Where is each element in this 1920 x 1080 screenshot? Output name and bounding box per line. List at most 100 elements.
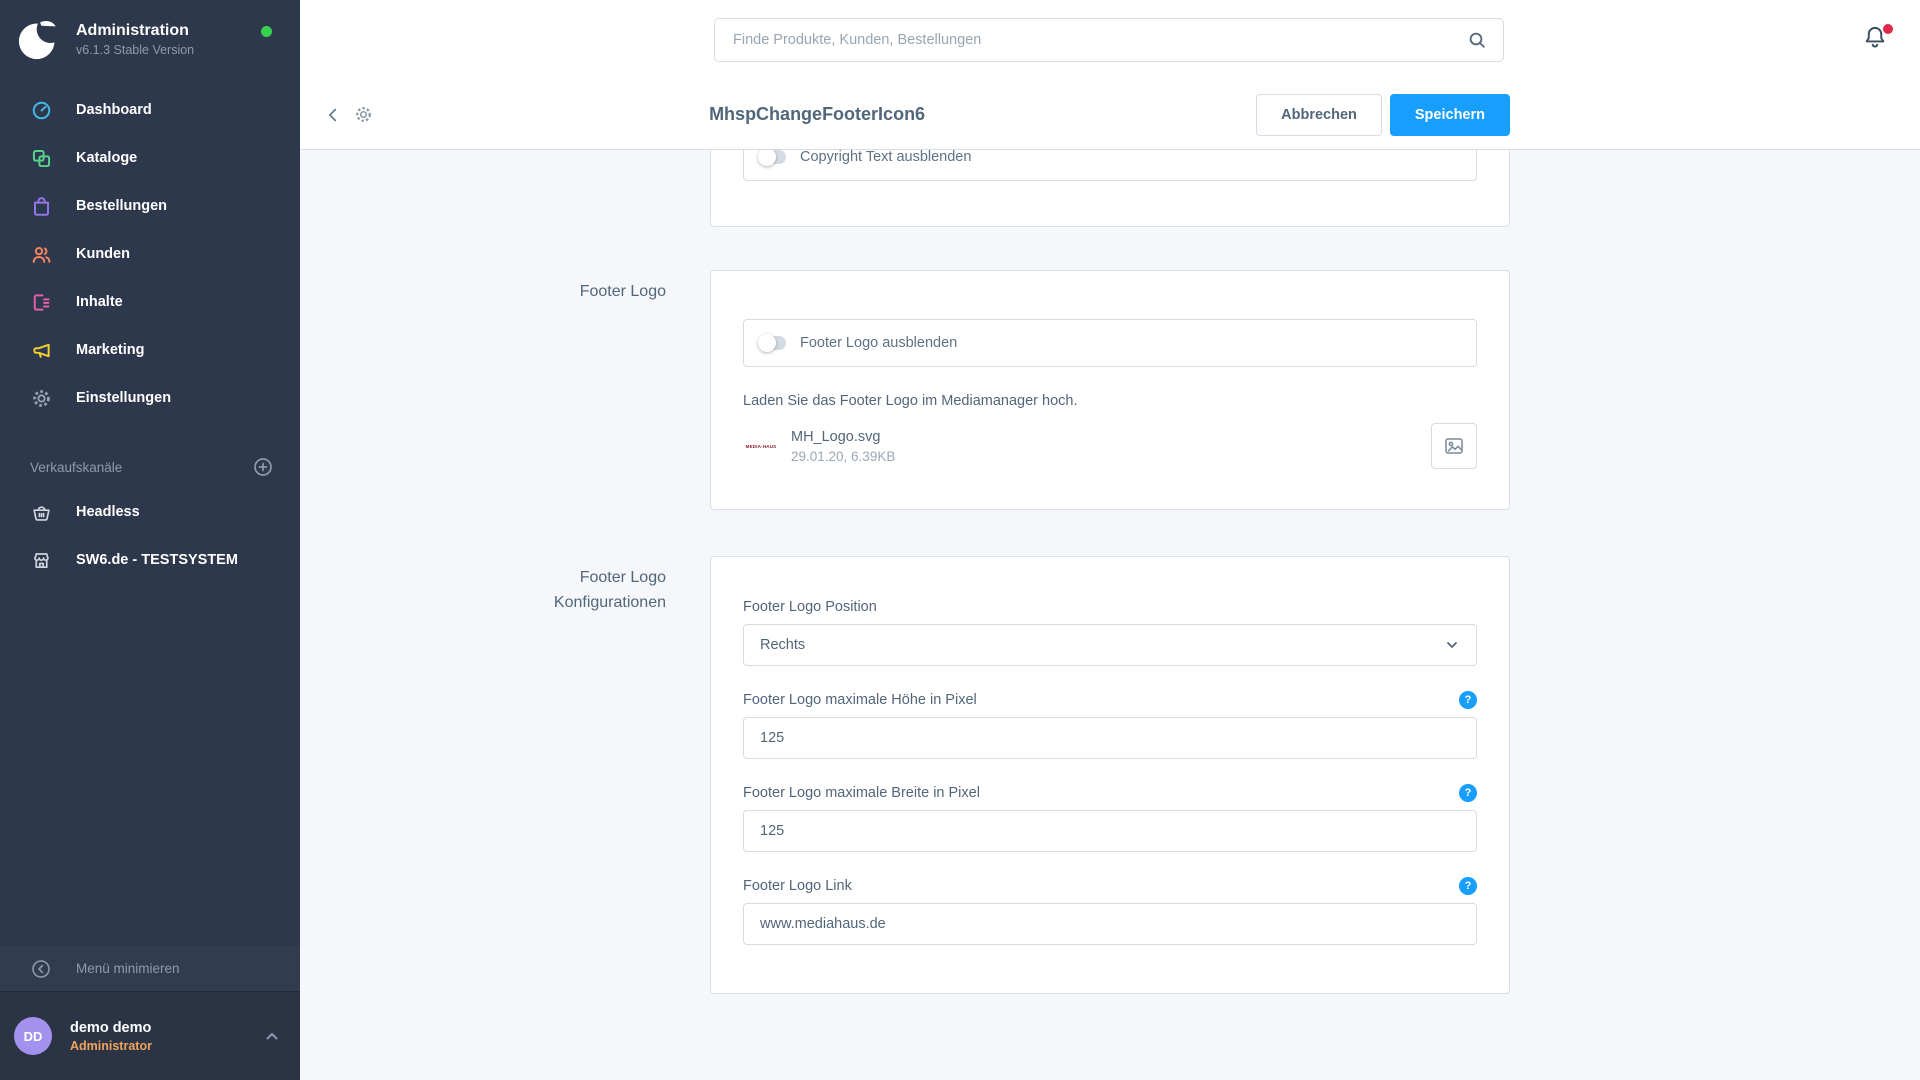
chevron-down-icon (1444, 637, 1460, 653)
position-select[interactable]: Rechts (743, 624, 1477, 666)
storefront-icon (30, 549, 52, 571)
back-button[interactable] (318, 100, 348, 130)
notification-badge-dot (1883, 24, 1893, 34)
sidebar-item-bestellungen[interactable]: Bestellungen (0, 182, 300, 230)
shopping-bag-icon (30, 195, 52, 217)
cancel-button[interactable]: Abbrechen (1256, 94, 1382, 136)
gear-icon (30, 387, 52, 409)
sidebar-item-marketing[interactable]: Marketing (0, 326, 300, 374)
upload-hint: Laden Sie das Footer Logo im Mediamanage… (743, 393, 1477, 409)
smartbar: MhspChangeFooterIcon6 Abbrechen Speicher… (300, 80, 1920, 150)
help-icon[interactable]: ? (1459, 691, 1477, 709)
field-label: Footer Logo Link (743, 878, 852, 894)
main-area: MhspChangeFooterIcon6 Abbrechen Speicher… (300, 0, 1920, 1080)
image-icon (1443, 435, 1465, 457)
footer-logo-link-input[interactable] (743, 903, 1477, 945)
sidebar-item-label: Marketing (76, 342, 145, 358)
status-online-dot (261, 26, 272, 37)
chevron-left-circle-icon (30, 958, 52, 980)
field-label: Footer Logo maximale Höhe in Pixel (743, 692, 977, 708)
help-icon[interactable]: ? (1459, 784, 1477, 802)
copyright-card: Copyright Text ausblenden (710, 150, 1510, 227)
sidebar-spacer (0, 584, 300, 946)
max-width-field-group: Footer Logo maximale Breite in Pixel ? (743, 783, 1477, 852)
app-version: v6.1.3 Stable Version (76, 43, 194, 57)
scroll-area[interactable]: Copyright Text ausblenden Footer Logo Fo… (300, 150, 1920, 1080)
media-filename: MH_Logo.svg (791, 429, 895, 445)
section-title: Footer Logo (436, 280, 666, 305)
sidebar-item-label: Dashboard (76, 102, 152, 118)
sidebar: Administration v6.1.3 Stable Version Das… (0, 0, 300, 1080)
sidebar-item-label: Bestellungen (76, 198, 167, 214)
sidebar-item-label: Kataloge (76, 150, 137, 166)
sidebar-item-kunden[interactable]: Kunden (0, 230, 300, 278)
add-sales-channel-button[interactable] (252, 456, 274, 478)
link-field-group: Footer Logo Link ? (743, 876, 1477, 945)
notifications-button[interactable] (1862, 24, 1894, 56)
chevron-up-icon[interactable] (264, 1028, 280, 1044)
field-label: Footer Logo maximale Breite in Pixel (743, 785, 980, 801)
sidebar-item-sw6-testsystem[interactable]: SW6.de - TESTSYSTEM (0, 536, 300, 584)
copyright-toggle-field: Copyright Text ausblenden (743, 150, 1477, 181)
footer-logo-hide-toggle[interactable] (760, 336, 786, 350)
sidebar-item-inhalte[interactable]: Inhalte (0, 278, 300, 326)
max-height-input[interactable] (743, 717, 1477, 759)
content-page-icon (30, 291, 52, 313)
footer-logo-section: Footer Logo Footer Logo ausblenden Laden… (710, 270, 1510, 510)
media-preview-button[interactable] (1431, 423, 1477, 469)
topbar (300, 0, 1920, 80)
search-input[interactable] (731, 31, 1455, 49)
megaphone-icon (30, 339, 52, 361)
media-thumbnail: MEDIA·HAUS (743, 436, 779, 456)
sidebar-item-label: Einstellungen (76, 390, 171, 406)
shopware-logo-icon (16, 16, 62, 62)
search-icon[interactable] (1467, 30, 1487, 50)
sidebar-item-label: Headless (76, 504, 140, 520)
layers-icon (30, 147, 52, 169)
max-height-field-group: Footer Logo maximale Höhe in Pixel ? (743, 690, 1477, 759)
app-title: Administration (76, 21, 194, 40)
sidebar-item-label: SW6.de - TESTSYSTEM (76, 552, 238, 568)
position-select-value: Rechts (760, 637, 805, 653)
collapse-menu-button[interactable]: Menü minimieren (0, 946, 300, 992)
help-icon[interactable]: ? (1459, 877, 1477, 895)
toggle-label: Footer Logo ausblenden (800, 335, 957, 351)
sales-channels-heading: Verkaufskanäle (0, 446, 300, 488)
footer-logo-config-section: Footer Logo Konfigurationen Footer Logo … (710, 556, 1510, 994)
position-field-group: Footer Logo Position Rechts (743, 597, 1477, 666)
sidebar-item-headless[interactable]: Headless (0, 488, 300, 536)
save-button[interactable]: Speichern (1390, 94, 1510, 136)
gear-icon (354, 105, 373, 124)
chevron-left-icon (324, 106, 342, 124)
main-menu: Dashboard Kataloge Beste (0, 72, 300, 422)
global-search[interactable] (714, 18, 1504, 62)
app-logo-header[interactable]: Administration v6.1.3 Stable Version (0, 0, 300, 72)
sidebar-item-kataloge[interactable]: Kataloge (0, 134, 300, 182)
app-window: Administration v6.1.3 Stable Version Das… (0, 0, 1920, 1080)
max-width-input[interactable] (743, 810, 1477, 852)
page-title: MhspChangeFooterIcon6 (378, 104, 1256, 125)
copyright-hide-toggle[interactable] (760, 150, 786, 164)
footer-logo-config-card: Footer Logo Position Rechts (710, 556, 1510, 994)
media-meta: 29.01.20, 6.39KB (791, 449, 895, 464)
field-label: Footer Logo Position (743, 599, 877, 615)
section-title: Footer Logo Konfigurationen (436, 566, 666, 616)
footer-logo-card: Footer Logo ausblenden Laden Sie das Foo… (710, 270, 1510, 510)
sales-channel-list: Headless SW6.de - TESTSYSTEM (0, 488, 300, 584)
collapse-menu-label: Menü minimieren (76, 961, 180, 976)
media-item[interactable]: MEDIA·HAUS MH_Logo.svg 29.01.20, 6.39KB (743, 423, 1477, 469)
footer-logo-toggle-field: Footer Logo ausblenden (743, 319, 1477, 367)
sales-channels-label: Verkaufskanäle (30, 460, 122, 475)
sidebar-item-label: Kunden (76, 246, 130, 262)
toggle-label: Copyright Text ausblenden (800, 150, 971, 165)
user-name: demo demo (70, 1019, 152, 1037)
page-settings-button[interactable] (348, 100, 378, 130)
sidebar-item-dashboard[interactable]: Dashboard (0, 86, 300, 134)
user-menu[interactable]: DD demo demo Administrator (0, 992, 300, 1080)
avatar: DD (14, 1017, 52, 1055)
sidebar-item-label: Inhalte (76, 294, 123, 310)
sidebar-item-einstellungen[interactable]: Einstellungen (0, 374, 300, 422)
user-role: Administrator (70, 1039, 152, 1053)
users-icon (30, 243, 52, 265)
basket-icon (30, 501, 52, 523)
